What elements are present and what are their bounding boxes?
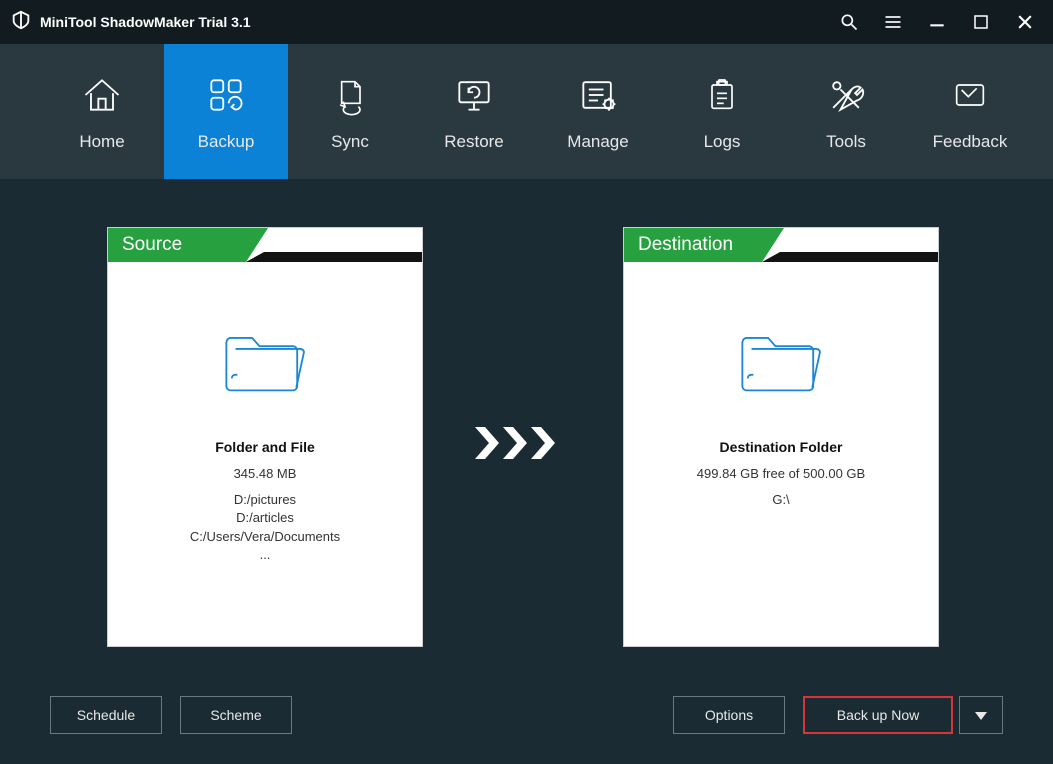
folder-icon — [735, 322, 827, 403]
nav-label: Tools — [826, 132, 866, 152]
destination-card-header: Destination — [624, 228, 938, 262]
source-path: D:/articles — [236, 509, 294, 527]
source-path: C:/Users/Vera/Documents — [190, 528, 340, 546]
app-logo-icon — [10, 9, 32, 36]
backup-dropdown-button[interactable] — [959, 696, 1003, 734]
manage-icon — [576, 72, 620, 118]
app-title: MiniTool ShadowMaker Trial 3.1 — [40, 14, 251, 30]
nav-logs[interactable]: Logs — [660, 44, 784, 179]
content-area: Source Folder and File 345.48 MB D:/pict… — [0, 179, 1053, 764]
backup-button-group: Back up Now — [803, 696, 1003, 734]
titlebar: MiniTool ShadowMaker Trial 3.1 — [0, 0, 1053, 44]
nav-label: Manage — [567, 132, 628, 152]
schedule-button[interactable]: Schedule — [50, 696, 162, 734]
destination-card-body: Destination Folder 499.84 GB free of 500… — [624, 262, 938, 509]
source-card[interactable]: Source Folder and File 345.48 MB D:/pict… — [107, 227, 423, 647]
source-title: Folder and File — [215, 439, 315, 455]
navbar: Home Backup Sync — [0, 44, 1053, 179]
nav-tools[interactable]: Tools — [784, 44, 908, 179]
source-banner: Source — [108, 228, 268, 262]
nav-backup[interactable]: Backup — [164, 44, 288, 179]
menu-icon[interactable] — [881, 10, 905, 34]
restore-icon — [452, 72, 496, 118]
search-icon[interactable] — [837, 10, 861, 34]
folder-icon — [219, 322, 311, 403]
destination-card[interactable]: Destination Destination Folder 499.84 GB… — [623, 227, 939, 647]
tools-icon — [824, 72, 868, 118]
bottom-bar: Schedule Scheme Options Back up Now — [0, 696, 1053, 734]
arrows-icon — [475, 423, 571, 463]
source-card-header: Source — [108, 228, 422, 262]
nav-label: Restore — [444, 132, 504, 152]
maximize-icon[interactable] — [969, 10, 993, 34]
nav-feedback[interactable]: Feedback — [908, 44, 1032, 179]
chevron-down-icon — [975, 707, 987, 723]
home-icon — [80, 72, 124, 118]
backup-now-button[interactable]: Back up Now — [803, 696, 953, 734]
options-button[interactable]: Options — [673, 696, 785, 734]
destination-title: Destination Folder — [720, 439, 843, 455]
source-path: D:/pictures — [234, 491, 296, 509]
titlebar-actions — [837, 10, 1043, 34]
minimize-icon[interactable] — [925, 10, 949, 34]
nav-label: Sync — [331, 132, 369, 152]
feedback-icon — [948, 72, 992, 118]
nav-label: Backup — [198, 132, 255, 152]
backup-icon — [204, 72, 248, 118]
app-logo: MiniTool ShadowMaker Trial 3.1 — [10, 9, 251, 36]
destination-drive: G:\ — [772, 491, 789, 509]
nav-sync[interactable]: Sync — [288, 44, 412, 179]
nav-label: Logs — [704, 132, 741, 152]
source-size: 345.48 MB — [234, 465, 297, 483]
nav-label: Feedback — [933, 132, 1008, 152]
nav-label: Home — [79, 132, 124, 152]
scheme-button[interactable]: Scheme — [180, 696, 292, 734]
destination-free: 499.84 GB free of 500.00 GB — [697, 465, 865, 483]
destination-banner: Destination — [624, 228, 784, 262]
nav-home[interactable]: Home — [40, 44, 164, 179]
logs-icon — [702, 72, 742, 118]
source-card-body: Folder and File 345.48 MB D:/pictures D:… — [108, 262, 422, 564]
nav-restore[interactable]: Restore — [412, 44, 536, 179]
nav-manage[interactable]: Manage — [536, 44, 660, 179]
close-icon[interactable] — [1013, 10, 1037, 34]
source-more: ... — [260, 546, 271, 564]
sync-icon — [330, 72, 370, 118]
